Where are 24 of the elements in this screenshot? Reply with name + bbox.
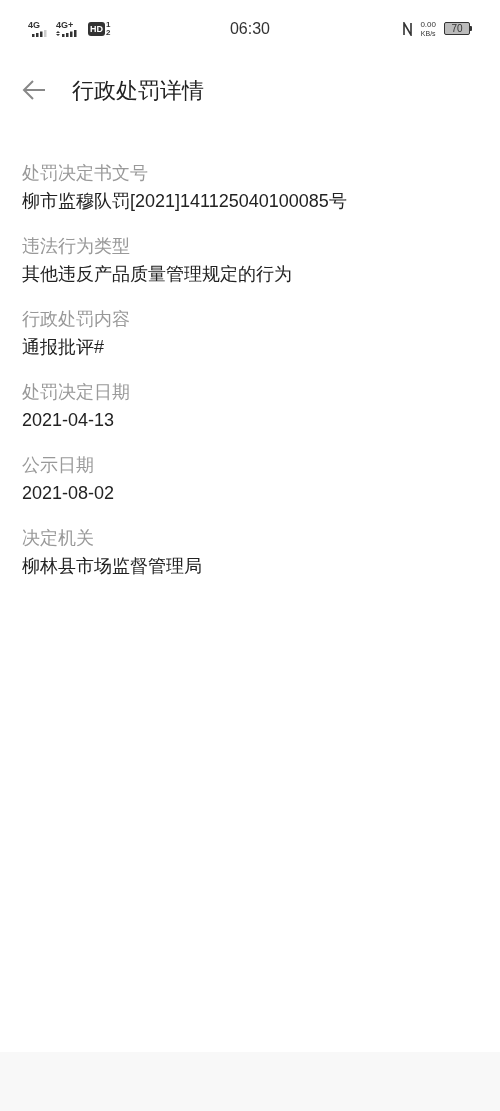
- signal-icon: [56, 29, 80, 37]
- hd-badge: HD: [88, 21, 105, 36]
- sim-number: 1: [106, 20, 111, 29]
- field-value: 其他违反产品质量管理规定的行为: [22, 263, 293, 286]
- back-arrow-icon[interactable]: [22, 80, 46, 100]
- network-type: 4G: [28, 20, 40, 30]
- field-value: 柳市监穆队罚[2021]141125040100085号: [22, 190, 348, 213]
- battery-indicator: 70: [444, 22, 470, 35]
- field-value: 2021-08-02: [22, 482, 116, 505]
- field-label: 处罚决定日期: [22, 381, 131, 404]
- field-label: 违法行为类型: [22, 235, 131, 258]
- field-value: 2021-04-13: [22, 409, 116, 432]
- field-label: 行政处罚内容: [22, 308, 131, 331]
- clock-time: 06:30: [229, 18, 270, 39]
- page-title: 行政处罚详情: [72, 76, 204, 105]
- field-value: 柳林县市场监督管理局: [22, 555, 203, 578]
- field-label: 决定机关: [22, 527, 95, 550]
- field-label: 公示日期: [22, 454, 95, 477]
- nfc-icon: [403, 21, 413, 36]
- network-speed: 0.00: [420, 19, 436, 29]
- field-value: 通报批评#: [22, 336, 105, 359]
- sim-number: 2: [106, 28, 111, 37]
- network-type: 4G+: [56, 20, 74, 30]
- field-label: 处罚决定书文号: [22, 162, 149, 185]
